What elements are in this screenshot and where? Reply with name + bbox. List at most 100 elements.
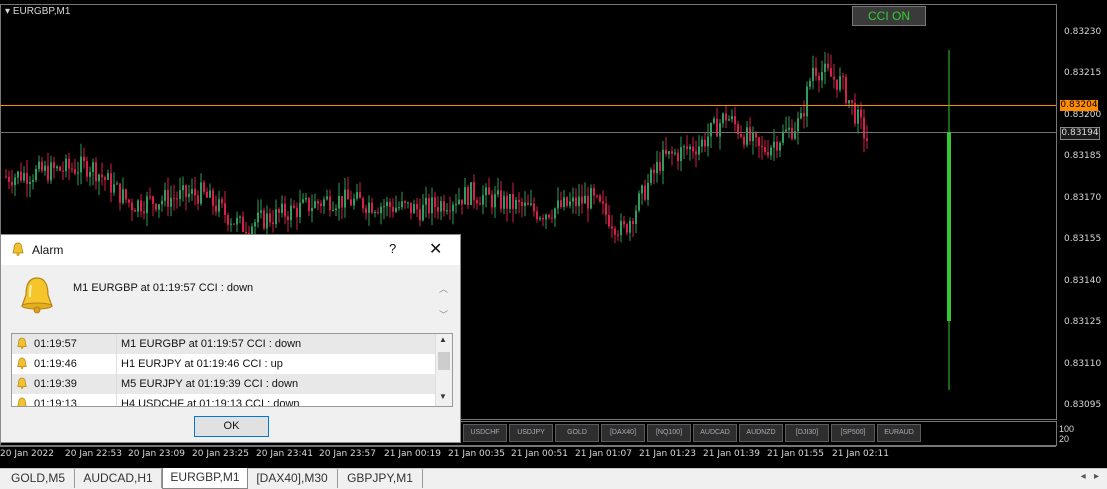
candle-body (89, 172, 91, 177)
cci-toggle-button[interactable]: CCI ON (852, 6, 926, 26)
candle-body (344, 189, 346, 208)
signal-bar (947, 132, 951, 321)
list-scrollbar[interactable]: ▲ ▼ (435, 334, 452, 406)
help-button[interactable]: ? (389, 241, 396, 256)
bell-icon (12, 242, 24, 256)
price-axis-label: 0.83140 (1064, 275, 1102, 286)
candle-body (761, 145, 763, 148)
chart-tab[interactable]: GOLD,M5 (2, 469, 75, 488)
candle-body (743, 136, 745, 145)
list-item[interactable]: 01:19:46 H1 EURJPY at 01:19:46 CCI : up (12, 354, 435, 374)
candle-body (857, 109, 859, 124)
time-axis-label: 21 Jan 01:55 (767, 449, 824, 459)
chart-tab[interactable]: AUDCAD,H1 (75, 469, 162, 488)
candle-body (92, 162, 94, 173)
tab-scroll-arrows[interactable]: ◂ ▸ (1081, 471, 1099, 482)
candle-body (236, 217, 238, 225)
candle-body (305, 197, 307, 200)
candle-body (374, 212, 376, 214)
time-axis-label: 21 Jan 00:35 (448, 449, 505, 459)
candle-body (551, 217, 553, 219)
candle-body (398, 207, 400, 209)
chart-tab[interactable]: GBPJPY,M1 (338, 469, 423, 488)
alarm-text: M1 EURGBP at 01:19:57 CCI : down (121, 338, 302, 350)
candle-body (746, 127, 748, 145)
symbol-button[interactable]: USDCHF (463, 424, 507, 442)
candle-body (851, 100, 853, 103)
candle-body (779, 142, 781, 151)
symbol-button[interactable]: [SP500] (831, 424, 875, 442)
candle-body (656, 161, 658, 174)
candle-body (317, 201, 319, 204)
price-axis-label: 0.83095 (1064, 400, 1102, 410)
candle-body (689, 146, 691, 150)
symbol-button[interactable]: EURAUD (877, 424, 921, 442)
candle-body (59, 166, 61, 171)
candle-body (536, 211, 538, 220)
alarm-text: M5 EURJPY at 01:19:39 CCI : down (121, 378, 299, 390)
candle-body (332, 209, 334, 211)
symbol-button[interactable]: AUDCAD (693, 424, 737, 442)
time-axis-label: 20 Jan 22:53 (65, 449, 122, 459)
symbol-button[interactable]: USDJPY (509, 424, 553, 442)
candle-body (470, 182, 472, 205)
candle-body (707, 136, 709, 147)
alarm-time: 01:19:57 (34, 338, 77, 350)
symbol-button[interactable]: [DJI30] (785, 424, 829, 442)
message-scroll-up-icon[interactable]: ︿ (439, 282, 448, 295)
chart-tab[interactable]: EURGBP,M1 (162, 468, 248, 489)
candle-body (695, 151, 697, 155)
symbol-button[interactable]: [DAX40] (601, 424, 645, 442)
candle-body (299, 202, 301, 218)
scroll-down-icon[interactable]: ▼ (439, 392, 447, 401)
scroll-thumb[interactable] (438, 352, 450, 370)
time-axis-label: 21 Jan 00:19 (384, 449, 441, 459)
candle-body (149, 196, 151, 198)
close-button[interactable]: ✕ (429, 239, 442, 259)
candle-body (257, 212, 259, 223)
symbol-button[interactable]: [NQ100] (647, 424, 691, 442)
candle-body (578, 196, 580, 207)
candle-body (230, 223, 232, 225)
list-item[interactable]: 01:19:13 H4 USDCHF at 01:19:13 CCI : down (12, 394, 435, 406)
time-axis-label: 21 Jan 01:23 (639, 449, 696, 459)
candle-body (209, 190, 211, 198)
bell-icon (17, 357, 27, 370)
candle-body (773, 141, 775, 148)
chart-menu-icon[interactable]: ▾ (5, 6, 10, 17)
candle-body (713, 118, 715, 123)
column-divider (116, 334, 117, 354)
price-axis-label: 0.83170 (1064, 192, 1102, 203)
ok-button[interactable]: OK (194, 416, 269, 437)
candle-body (758, 137, 760, 146)
candle-body (266, 213, 268, 229)
candle-body (95, 162, 97, 182)
list-item[interactable]: 01:19:57 M1 EURGBP at 01:19:57 CCI : down (12, 334, 435, 354)
candle-body (542, 218, 544, 220)
time-axis-label: 20 Jan 23:57 (319, 449, 376, 459)
candle-body (680, 147, 682, 162)
chart-tab[interactable]: [DAX40],M30 (247, 469, 338, 488)
candle-body (491, 194, 493, 208)
candle-body (113, 184, 115, 193)
symbol-button[interactable]: GOLD (555, 424, 599, 442)
candle-body (605, 203, 607, 215)
alarm-message: M1 EURGBP at 01:19:57 CCI : down (73, 282, 254, 294)
candle-body (272, 222, 274, 225)
dialog-titlebar: Alarm ? ✕ (1, 235, 460, 265)
list-item[interactable]: 01:19:39 M5 EURJPY at 01:19:39 CCI : down (12, 374, 435, 394)
candle-body (389, 201, 391, 207)
candle-body (641, 185, 643, 194)
message-scroll-down-icon[interactable]: ﹀ (439, 308, 448, 321)
candle-body (539, 218, 541, 220)
candle-body (23, 172, 25, 181)
scroll-up-icon[interactable]: ▲ (439, 335, 447, 344)
candle-body (566, 197, 568, 206)
candle-body (164, 189, 166, 201)
candle-body (626, 224, 628, 233)
candle-body (110, 173, 112, 193)
candle-body (179, 190, 181, 199)
time-axis-label: 21 Jan 02:11 (832, 449, 889, 459)
symbol-button[interactable]: AUDNZD (739, 424, 783, 442)
candle-body (302, 199, 304, 203)
